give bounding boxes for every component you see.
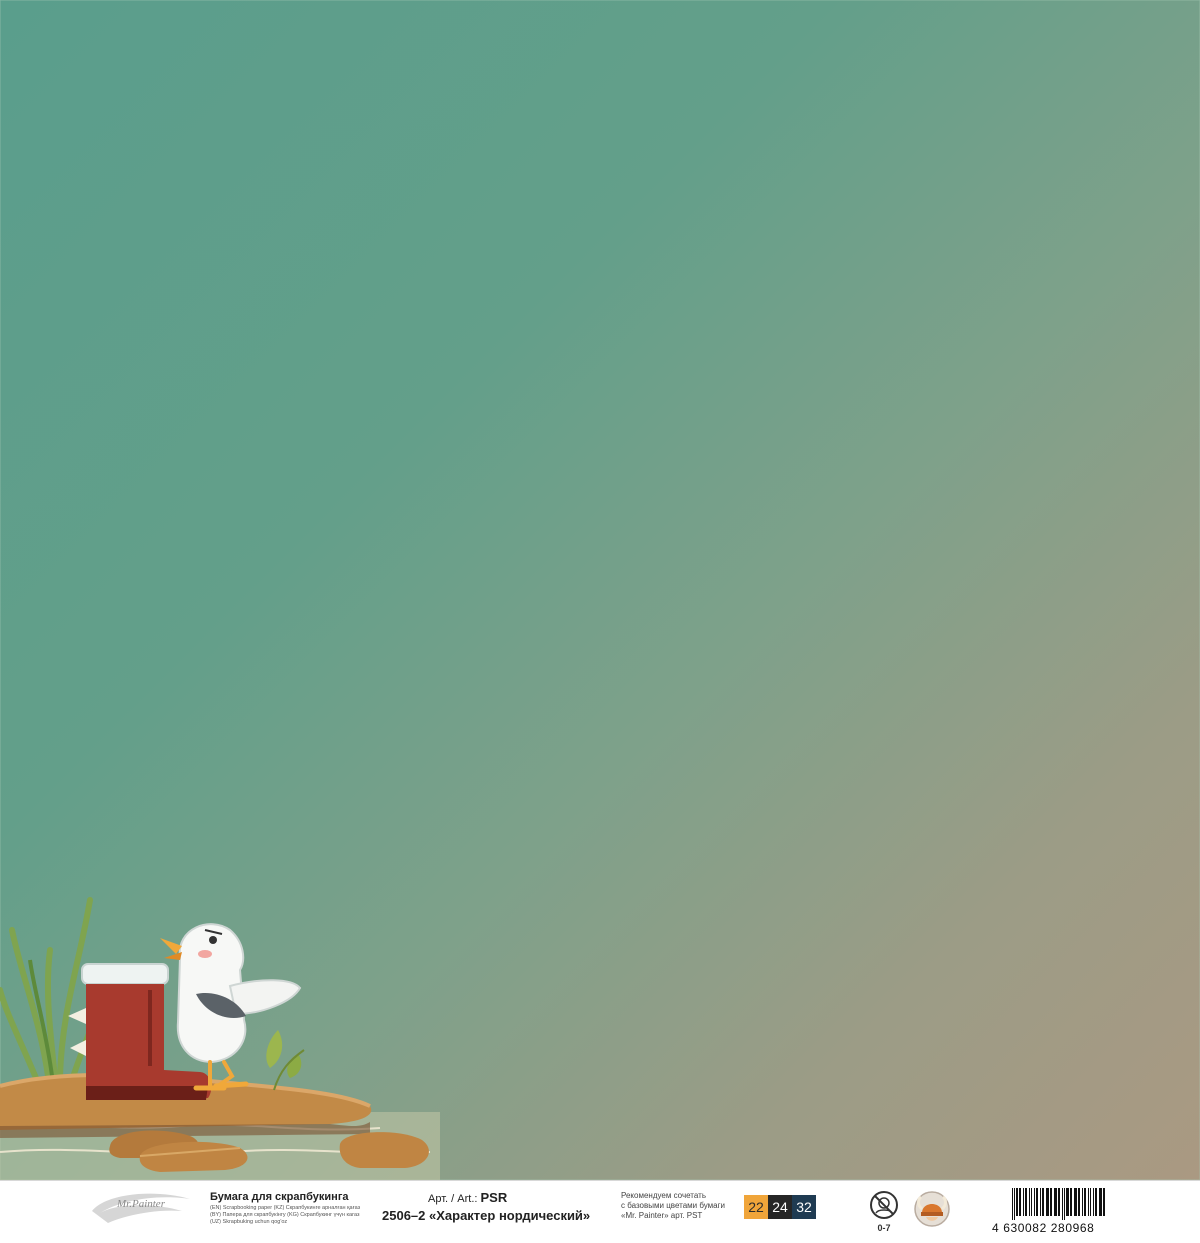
translation-line: (EN) Scrapbooking paper (KZ) Скрапбукинг… bbox=[210, 1205, 361, 1211]
seagull-and-boot-illustration bbox=[0, 897, 440, 1180]
label-footer: Mr.Painter Бумага для скрапбукинга (EN) … bbox=[0, 1180, 1200, 1243]
barcode-bar bbox=[1103, 1188, 1105, 1216]
barcode-bar bbox=[1019, 1188, 1021, 1216]
recommendation-text: Рекомендуем сочетать с базовыми цветами … bbox=[621, 1191, 725, 1221]
article-label-row: Арт. / Art.: PSR bbox=[428, 1190, 507, 1205]
barcode-digits: 4 630082 280968 bbox=[992, 1221, 1095, 1235]
barcode-bar bbox=[1016, 1188, 1018, 1216]
article-name: 2506–2 «Характер нордический» bbox=[382, 1208, 591, 1223]
barcode-bar bbox=[1031, 1188, 1032, 1216]
article-code: PSR bbox=[480, 1190, 508, 1205]
barcode-bar bbox=[1036, 1188, 1038, 1216]
scrapbook-paper bbox=[0, 0, 1200, 1180]
product-translations: (EN) Scrapbooking paper (KZ) Скрапбукинг… bbox=[210, 1205, 360, 1226]
color-swatch: 32 bbox=[792, 1195, 816, 1219]
barcode-bar bbox=[1090, 1188, 1091, 1216]
barcode bbox=[1012, 1188, 1105, 1220]
recommendation-line: с базовыми цветами бумаги bbox=[621, 1201, 725, 1210]
age-label: 0-7 bbox=[877, 1223, 890, 1233]
product-title: Бумага для скрапбукинга bbox=[210, 1191, 349, 1203]
barcode-bar bbox=[1050, 1188, 1052, 1216]
barcode-bar bbox=[1066, 1188, 1069, 1216]
barcode-bar bbox=[1012, 1188, 1013, 1220]
barcode-bar bbox=[1042, 1188, 1044, 1216]
recommendation-line: Рекомендуем сочетать bbox=[621, 1191, 706, 1200]
color-swatch: 24 bbox=[768, 1195, 792, 1219]
barcode-bar bbox=[1084, 1188, 1086, 1216]
barcode-bar bbox=[1074, 1188, 1077, 1216]
barcode-bar bbox=[1070, 1188, 1072, 1216]
barcode-bar bbox=[1099, 1188, 1102, 1216]
barcode-bar bbox=[1082, 1188, 1083, 1216]
viking-helmet-icon bbox=[914, 1191, 950, 1227]
translation-line: (BY) Папера для скрапбукінгу (KG) Скрапб… bbox=[210, 1212, 360, 1218]
barcode-bar bbox=[1023, 1188, 1024, 1216]
barcode-bar bbox=[1034, 1188, 1035, 1216]
barcode-bar bbox=[1093, 1188, 1094, 1216]
barcode-bar bbox=[1014, 1188, 1015, 1220]
no-small-children-icon: 0-7 bbox=[870, 1191, 898, 1233]
barcode-bar bbox=[1040, 1188, 1041, 1216]
barcode-bar bbox=[1095, 1188, 1097, 1216]
translation-line: (UZ) Skrapbuking uchun qog'oz bbox=[210, 1219, 288, 1225]
brand-name: Mr.Painter bbox=[117, 1198, 165, 1210]
barcode-bar bbox=[1088, 1188, 1089, 1216]
barcode-bar bbox=[1058, 1188, 1060, 1216]
color-swatch: 22 bbox=[744, 1195, 768, 1219]
barcode-bar bbox=[1029, 1188, 1030, 1216]
color-swatches: 22 24 32 bbox=[744, 1195, 816, 1219]
barcode-bar bbox=[1064, 1188, 1065, 1220]
barcode-bar bbox=[1025, 1188, 1027, 1216]
barcode-bar bbox=[1054, 1188, 1057, 1216]
barcode-bar bbox=[1078, 1188, 1080, 1216]
article-label: Арт. / Art.: bbox=[428, 1193, 478, 1205]
barcode-bar bbox=[1062, 1188, 1063, 1220]
recommendation-line: «Mr. Painter» арт. PST bbox=[621, 1211, 703, 1220]
barcode-bar bbox=[1046, 1188, 1049, 1216]
